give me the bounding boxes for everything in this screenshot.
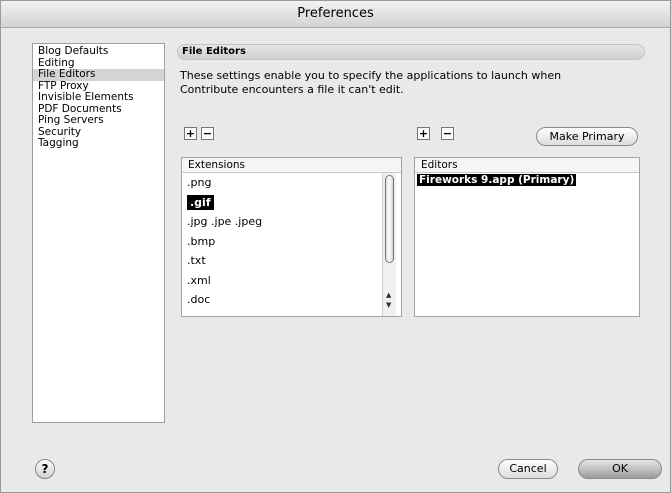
sidebar-item-blog-defaults[interactable]: Blog Defaults: [33, 45, 164, 58]
add-extension-button[interactable]: +: [184, 127, 197, 140]
scrollbar-thumb[interactable]: [385, 175, 394, 263]
help-icon[interactable]: ?: [35, 459, 55, 479]
ok-button[interactable]: OK: [578, 459, 662, 479]
section-description: These settings enable you to specify the…: [180, 69, 562, 96]
section-title: File Editors: [177, 44, 645, 60]
scroll-down-icon[interactable]: ▼: [386, 301, 391, 309]
remove-editor-button[interactable]: −: [441, 127, 454, 140]
category-list[interactable]: Blog Defaults Editing File Editors FTP P…: [32, 43, 165, 423]
remove-extension-button[interactable]: −: [201, 127, 214, 140]
window-title: Preferences: [1, 1, 670, 28]
list-item[interactable]: .xml: [182, 271, 401, 291]
editors-column-header[interactable]: Editors: [415, 158, 639, 173]
list-item[interactable]: .png: [182, 173, 401, 193]
sidebar-item-ping-servers[interactable]: Ping Servers: [33, 114, 164, 127]
sidebar-item-invisible-elements[interactable]: Invisible Elements: [33, 91, 164, 104]
sidebar-item-tagging[interactable]: Tagging: [33, 137, 164, 150]
list-item[interactable]: .bmp: [182, 232, 401, 252]
cancel-button[interactable]: Cancel: [498, 459, 558, 479]
make-primary-button[interactable]: Make Primary: [536, 127, 638, 146]
list-item[interactable]: Fireworks 9.app (Primary): [415, 173, 639, 187]
extensions-list[interactable]: Extensions .png .gif .jpg .jpe .jpeg .bm…: [181, 157, 402, 317]
preferences-window: Preferences Blog Defaults Editing File E…: [0, 0, 671, 493]
extensions-column-header[interactable]: Extensions: [182, 158, 401, 173]
list-item[interactable]: .doc: [182, 290, 401, 310]
sidebar-item-file-editors[interactable]: File Editors: [33, 68, 164, 81]
list-item[interactable]: .jpg .jpe .jpeg: [182, 212, 401, 232]
extensions-scrollbar[interactable]: ▲ ▼: [382, 173, 396, 316]
scroll-up-icon[interactable]: ▲: [386, 291, 391, 299]
list-item[interactable]: .gif: [182, 193, 401, 213]
editors-list[interactable]: Editors Fireworks 9.app (Primary): [414, 157, 640, 317]
list-item[interactable]: .txt: [182, 251, 401, 271]
add-editor-button[interactable]: +: [417, 127, 430, 140]
